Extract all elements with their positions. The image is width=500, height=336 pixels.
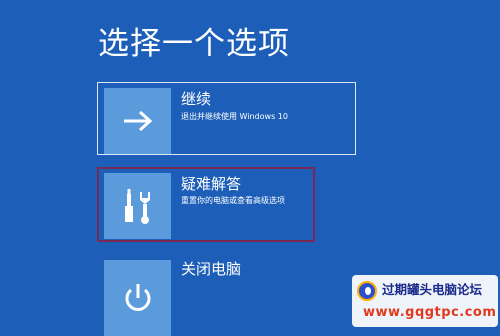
site-watermark: 过期罐头电脑论坛 www.gqgtpc.com (352, 275, 498, 327)
watermark-name: 过期罐头电脑论坛 (382, 282, 483, 297)
option-continue-tile (104, 88, 171, 154)
option-shutdown-tile (104, 260, 171, 336)
option-troubleshoot[interactable]: 疑难解答 重置你的电脑或查看高级选项 (97, 167, 315, 242)
option-continue-description: 退出并继续使用 Windows 10 (181, 112, 288, 121)
option-continue[interactable]: 继续 退出并继续使用 Windows 10 (97, 82, 356, 155)
power-icon (125, 284, 150, 311)
wrench-screwdriver-icon (124, 189, 150, 224)
forum-logo-icon (357, 281, 377, 301)
option-troubleshoot-description: 重置你的电脑或查看高级选项 (181, 196, 285, 205)
watermark-url: www.gqgtpc.com (363, 305, 497, 320)
option-shutdown-label: 关闭电脑 (181, 260, 242, 278)
option-continue-label: 继续 (181, 90, 212, 108)
page-title: 选择一个选项 (98, 26, 290, 62)
option-troubleshoot-label: 疑难解答 (181, 175, 242, 193)
arrow-right-icon (123, 110, 152, 132)
option-troubleshoot-tile (104, 173, 171, 239)
option-shutdown[interactable]: 关闭电脑 (97, 255, 356, 336)
